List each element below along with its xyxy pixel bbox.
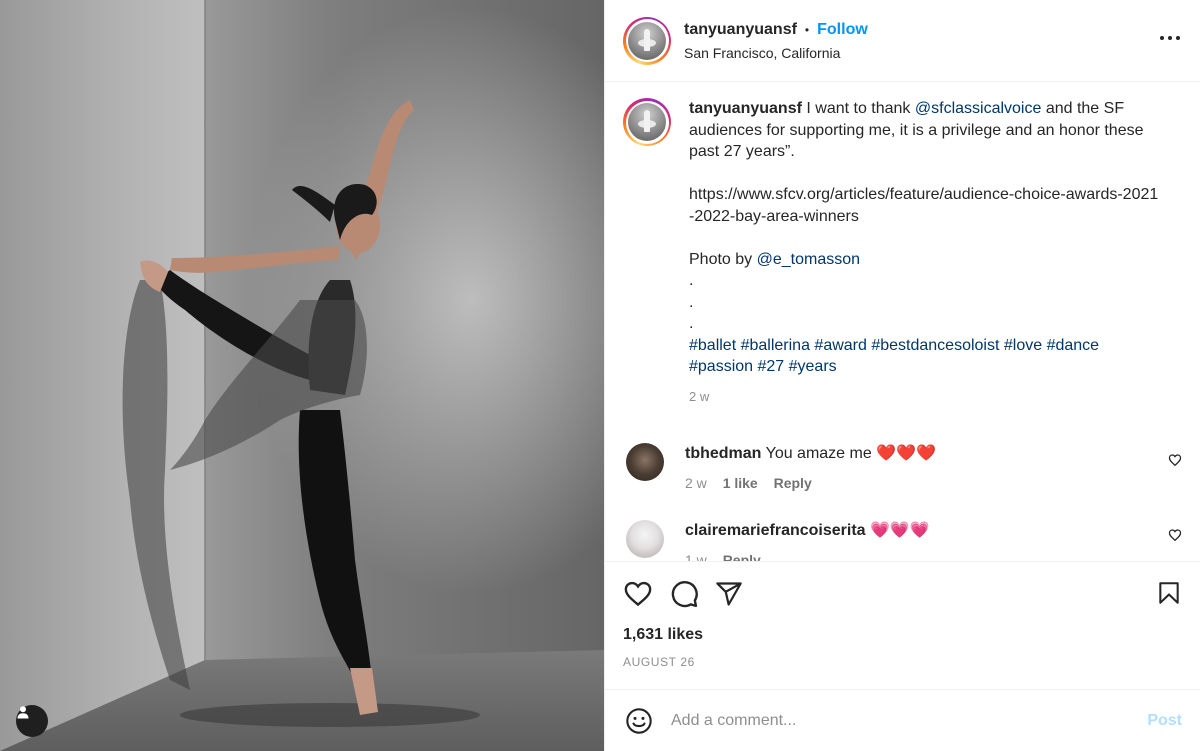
post-header: tanyuanyuansf • Follow San Francisco, Ca…	[605, 0, 1200, 82]
post-caption: tanyuanyuansf I want to thank @sfclassic…	[623, 98, 1184, 407]
caption-username[interactable]: tanyuanyuansf	[689, 100, 802, 117]
heart-icon[interactable]	[623, 579, 653, 609]
reply-button[interactable]: Reply	[774, 475, 812, 491]
caption-text: I want to thank	[801, 100, 915, 117]
add-comment-bar: Add a comment... Post	[605, 689, 1200, 751]
comment-text: You amaze me ❤️❤️❤️	[761, 445, 936, 462]
comment-text: 💗💗💗	[865, 522, 930, 539]
caption-age: 2 w	[689, 388, 710, 404]
comment-username[interactable]: tbhedman	[685, 445, 761, 462]
caption-dot: .	[689, 272, 694, 289]
mention-link[interactable]: @sfclassicalvoice	[915, 100, 1042, 117]
comment-age: 1 w	[685, 552, 707, 561]
caption-avatar-ring[interactable]	[623, 98, 671, 146]
comment-input[interactable]: Add a comment...	[671, 712, 1147, 730]
header-username[interactable]: tanyuanyuansf	[684, 21, 797, 39]
post-actions: 1,631 likes AUGUST 26	[605, 561, 1200, 689]
comment-age: 2 w	[685, 475, 707, 491]
comment-likes[interactable]: 1 like	[723, 475, 758, 491]
avatar	[628, 103, 666, 141]
more-options-icon[interactable]	[1160, 36, 1180, 40]
comments-list[interactable]: tanyuanyuansf I want to thank @sfclassic…	[605, 82, 1200, 561]
post-comment-button[interactable]: Post	[1147, 712, 1182, 730]
caption-dot: .	[689, 315, 694, 332]
mention-link[interactable]: @e_tomasson	[757, 251, 860, 268]
post-side-panel: tanyuanyuansf • Follow San Francisco, Ca…	[604, 0, 1200, 751]
article-url[interactable]: https://www.sfcv.org/articles/feature/au…	[689, 184, 1159, 227]
comment-icon[interactable]	[669, 579, 699, 609]
hashtags[interactable]: #ballet #ballerina #award #bestdancesolo…	[689, 335, 1159, 378]
likes-count[interactable]: 1,631 likes	[623, 626, 1182, 644]
location-link[interactable]: San Francisco, California	[684, 45, 868, 61]
user-tag-icon[interactable]	[16, 705, 48, 737]
share-icon[interactable]	[715, 580, 743, 608]
caption-dot: .	[689, 293, 694, 311]
comment-item: clairemariefrancoiserita 💗💗💗 1 w Reply	[623, 520, 1184, 561]
commenter-avatar[interactable]	[626, 443, 664, 481]
reply-button[interactable]: Reply	[723, 552, 761, 561]
emoji-icon[interactable]	[625, 707, 653, 735]
separator-dot: •	[804, 22, 810, 37]
dancer-illustration	[0, 0, 604, 751]
comment-heart-icon[interactable]	[1168, 528, 1182, 542]
photo-credit-prefix: Photo by	[689, 250, 757, 268]
bookmark-icon[interactable]	[1156, 579, 1182, 612]
commenter-avatar[interactable]	[626, 520, 664, 558]
comment-username[interactable]: clairemariefrancoiserita	[685, 522, 866, 539]
story-ring[interactable]	[623, 16, 671, 65]
avatar	[628, 21, 666, 60]
post-photo[interactable]	[0, 0, 604, 751]
post-date: AUGUST 26	[623, 655, 695, 669]
comment-heart-icon[interactable]	[1168, 453, 1182, 467]
comment-item: tbhedman You amaze me ❤️❤️❤️ 2 w 1 like …	[623, 443, 1184, 494]
instagram-post: tanyuanyuansf • Follow San Francisco, Ca…	[0, 0, 1200, 751]
follow-button[interactable]: Follow	[817, 21, 868, 39]
